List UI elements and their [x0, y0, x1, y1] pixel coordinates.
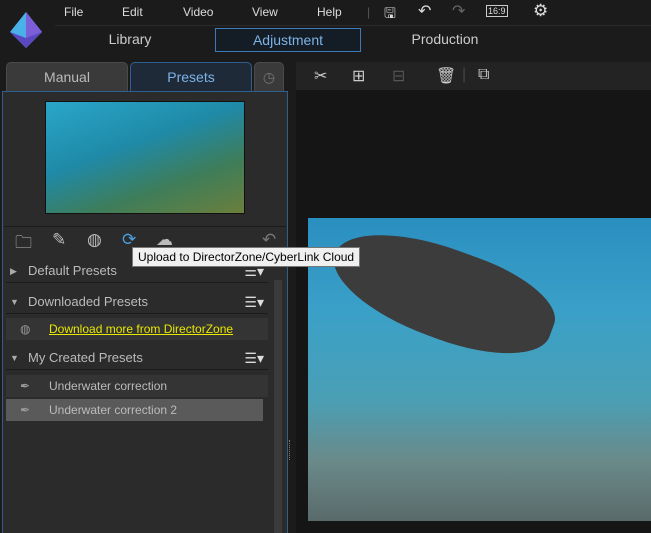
new-folder-icon[interactable]: 🗀 [15, 230, 32, 259]
diver-shape [319, 211, 567, 375]
splitter-handle[interactable] [289, 440, 292, 460]
globe-icon: ◍ [20, 322, 31, 336]
aspect-ratio-button[interactable]: 16:9 [486, 5, 508, 17]
tooltip: Upload to DirectorZone/CyberLink Cloud [132, 247, 361, 267]
menu-video[interactable]: Video [183, 5, 213, 19]
menu-edit[interactable]: Edit [122, 5, 143, 19]
section-downloaded-presets[interactable]: ▼ Downloaded Presets ☰▾ [6, 290, 268, 314]
redo-icon[interactable]: ↷ [452, 1, 465, 21]
tab-manual[interactable]: Manual [6, 62, 128, 92]
scrollbar[interactable] [274, 280, 282, 533]
list-item[interactable]: ✒ Underwater correction [6, 375, 268, 397]
settings-icon[interactable]: ⚙ [533, 1, 548, 21]
list-item-selected[interactable]: ✒ Underwater correction 2 [6, 399, 263, 421]
preview-thumbnail [45, 101, 245, 214]
tab-production[interactable]: Production [400, 28, 490, 52]
download-more-link[interactable]: Download more from DirectorZone [49, 318, 233, 340]
new-preset-icon[interactable]: ✎ [52, 230, 66, 250]
download-icon[interactable]: ◍ [87, 230, 102, 250]
delete-icon[interactable]: 🗑 [436, 66, 456, 86]
tab-presets[interactable]: Presets [130, 62, 252, 92]
insert-icon[interactable]: ⊟ [392, 66, 405, 86]
clock-icon: ◷ [262, 69, 276, 85]
undo-icon[interactable]: ↶ [418, 1, 431, 21]
tab-library[interactable]: Library [90, 28, 170, 52]
feather-icon: ✒ [20, 403, 31, 417]
menu-icon[interactable]: ☰▾ [244, 346, 264, 370]
menu-help[interactable]: Help [317, 5, 342, 19]
menu-view[interactable]: View [252, 5, 278, 19]
trim-icon[interactable]: ⊞ [352, 66, 365, 86]
section-my-created-presets[interactable]: ▼ My Created Presets ☰▾ [6, 346, 268, 370]
feather-icon: ✒ [20, 379, 31, 393]
menu-icon[interactable]: ☰▾ [244, 290, 264, 314]
app-logo [10, 12, 42, 48]
save-icon[interactable]: 🖫 [384, 3, 396, 27]
resize-icon[interactable]: ⧉ [478, 66, 489, 84]
history-tab[interactable]: ◷ [254, 62, 284, 92]
tab-adjustment[interactable]: Adjustment [215, 28, 361, 52]
menu-file[interactable]: File [64, 5, 83, 19]
preview-toolbar: ✂ ⊞ ⊟ 🗑 | ⧉ [296, 62, 651, 90]
download-link-row: ◍ Download more from DirectorZone [6, 318, 268, 340]
split-icon[interactable]: ✂ [314, 66, 327, 86]
